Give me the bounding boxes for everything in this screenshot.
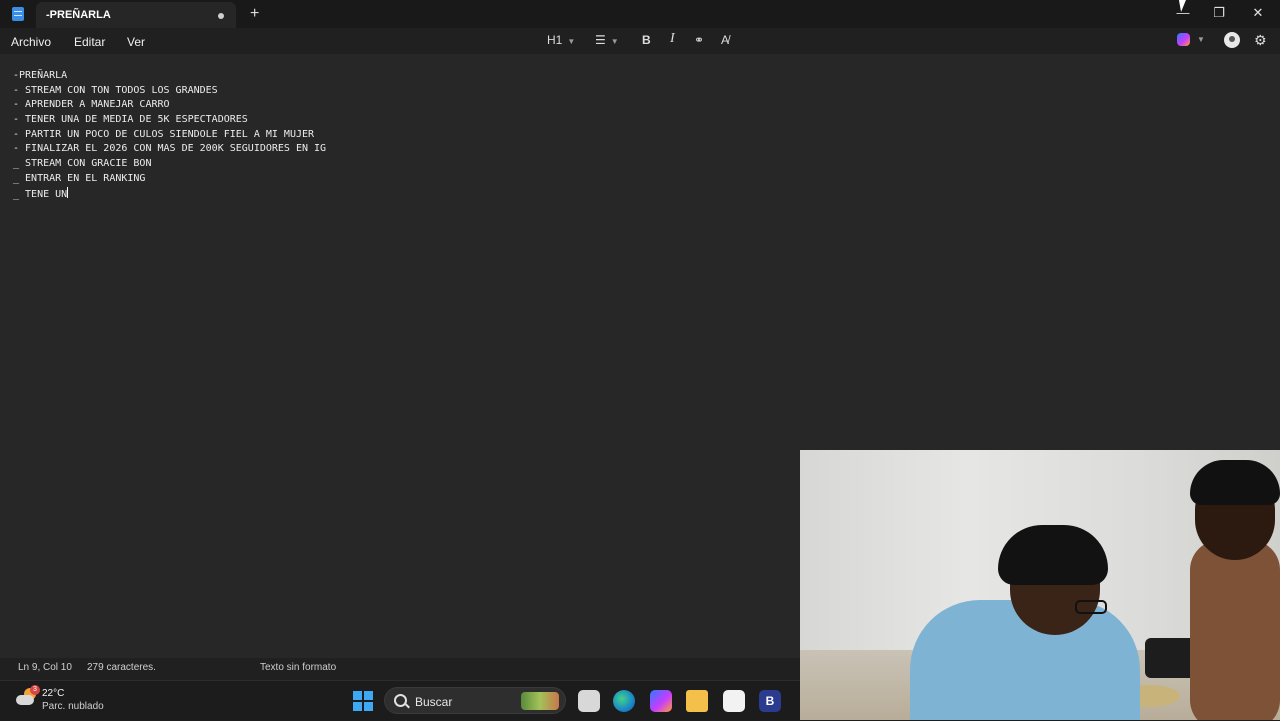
webcam-overlay [800, 450, 1280, 720]
document-line: -PREÑARLA [13, 70, 68, 81]
pinned-app-b-icon[interactable]: B [759, 690, 781, 712]
mouse-cursor-icon [1178, 0, 1189, 12]
title-bar: -PREÑARLA + — ❐ ✕ [0, 0, 1280, 28]
italic-icon[interactable]: I [670, 31, 675, 47]
document-line: - FINALIZAR EL 2026 CON MAS DE 200K SEGU… [13, 143, 327, 155]
current-line-text: _ TENE UN [13, 188, 68, 200]
list-icon: ☰ [595, 33, 606, 47]
copilot-app-icon[interactable] [650, 690, 672, 712]
file-explorer-icon[interactable] [686, 690, 708, 712]
document-line: _ ENTRAR EN EL RANKING [13, 172, 146, 184]
close-button[interactable]: ✕ [1243, 4, 1273, 24]
copilot-icon[interactable] [1177, 33, 1190, 46]
webcam-second-person-body [1190, 540, 1280, 720]
search-icon [394, 694, 407, 707]
menu-archivo[interactable]: Archivo [11, 35, 51, 49]
bold-icon[interactable]: B [642, 33, 651, 47]
document-line: - APRENDER A MANEJAR CARRO [13, 99, 170, 111]
character-count: 279 caracteres. [87, 662, 156, 673]
text-caret [67, 186, 69, 198]
restore-button[interactable]: ❐ [1204, 4, 1234, 24]
heading-dropdown[interactable]: H1 ▼ [547, 33, 575, 47]
chevron-down-icon: ▼ [567, 37, 576, 46]
task-view-icon[interactable] [578, 690, 600, 712]
tab-title: -PREÑARLA [46, 9, 111, 21]
profile-avatar[interactable] [1224, 32, 1240, 48]
edge-browser-icon[interactable] [613, 690, 635, 712]
weather-badge: 3 [30, 685, 40, 695]
weather-temperature[interactable]: 22°C [42, 688, 64, 699]
webcam-person-glasses [1075, 600, 1107, 614]
menu-editar[interactable]: Editar [74, 35, 105, 49]
heading-label: H1 [547, 33, 563, 47]
webcam-person-hair [998, 525, 1108, 585]
document-line: - STREAM CON TON TODOS LOS GRANDES [13, 84, 218, 96]
weather-description[interactable]: Parc. nublado [42, 701, 104, 712]
clear-formatting-icon[interactable]: A̸ [721, 33, 729, 47]
document-lines: -PREÑARLA - STREAM CON TON TODOS LOS GRA… [13, 69, 326, 201]
tab-document[interactable]: -PREÑARLA [36, 2, 236, 28]
text-format[interactable]: Texto sin formato [260, 662, 336, 673]
menu-ver[interactable]: Ver [127, 35, 145, 49]
document-line-current: _ TENE UN [13, 186, 326, 202]
document-line: _ STREAM CON GRACIE BON [13, 158, 152, 170]
cursor-position: Ln 9, Col 10 [18, 662, 72, 673]
link-icon[interactable]: ⚭ [694, 33, 704, 47]
new-tab-plus-icon[interactable]: + [250, 5, 259, 23]
notepad-icon [12, 7, 24, 21]
cloud-icon [16, 695, 34, 705]
windows-start-icon[interactable] [353, 691, 373, 711]
webcam-second-person-hair [1190, 460, 1280, 505]
unsaved-dot-icon[interactable] [218, 13, 224, 19]
chevron-down-icon: ▼ [610, 37, 619, 46]
document-line: - PARTIR UN POCO DE CULOS SIENDOLE FIEL … [13, 128, 315, 140]
document-line: - TENER UNA DE MEDIA DE 5K ESPECTADORES [13, 114, 248, 126]
store-icon[interactable] [723, 690, 745, 712]
chevron-down-icon[interactable]: ▼ [1197, 35, 1205, 44]
list-dropdown[interactable]: ☰ ▼ [595, 33, 619, 47]
taskbar-search[interactable]: Buscar [384, 687, 566, 714]
search-placeholder: Buscar [415, 695, 453, 709]
gear-icon[interactable]: ⚙ [1254, 32, 1267, 49]
menu-bar: Archivo Editar Ver H1 ▼ ☰ ▼ B I ⚭ A̸ ▼ ⚙ [0, 28, 1280, 54]
search-highlight-icon [521, 692, 559, 710]
